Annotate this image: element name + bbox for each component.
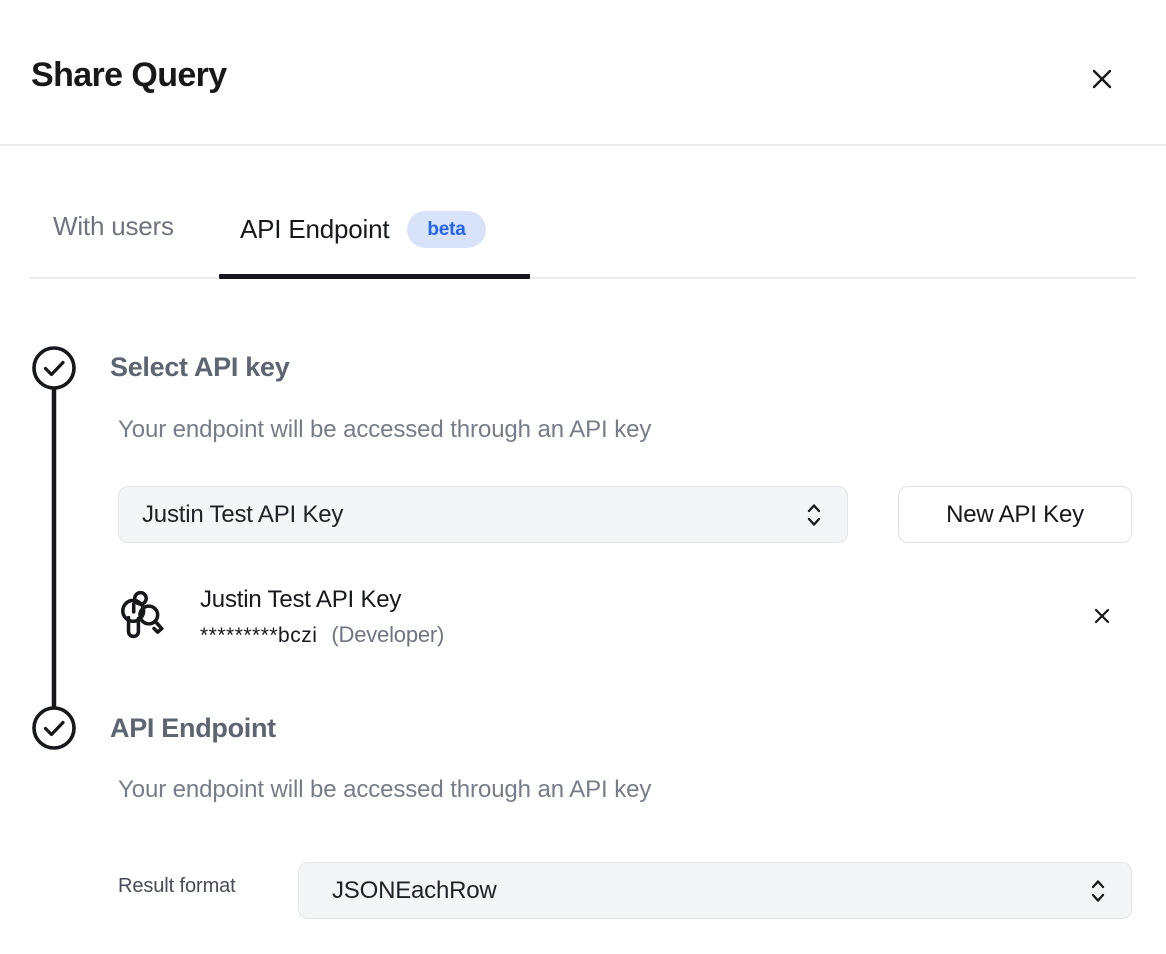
tabs-baseline [30,277,1136,279]
step-2-check-circle-icon [34,708,74,748]
selected-key-meta: *********bczi (Developer) [200,622,444,648]
x-icon [1089,66,1115,95]
selected-key-masked-value: *********bczi [200,624,317,648]
tab-api-endpoint[interactable]: API Endpoint beta [240,211,486,248]
remove-key-button[interactable] [1088,603,1116,631]
step-2-title: API Endpoint [110,713,276,744]
tab-with-users-label: With users [53,211,174,242]
step-1-subtitle: Your endpoint will be accessed through a… [118,416,651,444]
selected-key-role: (Developer) [331,622,444,648]
step-1-check-circle-icon [34,348,74,388]
x-icon [1092,606,1112,629]
beta-badge: beta [407,211,485,248]
tab-api-endpoint-label: API Endpoint [240,214,389,245]
header-divider [0,144,1166,146]
stepper-rail [30,344,78,754]
step-2-subtitle: Your endpoint will be accessed through a… [118,776,651,804]
result-format-label: Result format [118,875,236,898]
close-modal-button[interactable] [1084,62,1120,98]
new-api-key-button[interactable]: New API Key [898,486,1132,543]
tab-with-users[interactable]: With users [53,211,174,242]
result-format-select-value: JSONEachRow [299,877,1085,905]
page-title: Share Query [31,56,227,95]
share-query-modal: Share Query With users API Endpoint beta [0,0,1166,954]
api-key-select[interactable]: Justin Test API Key [118,486,848,543]
result-format-select[interactable]: JSONEachRow [298,862,1132,919]
caret-up-down-icon [1085,876,1111,906]
selected-key-name: Justin Test API Key [200,586,401,614]
active-tab-underline [219,274,530,279]
keys-icon [116,589,166,641]
api-key-select-value: Justin Test API Key [119,501,801,529]
step-1-title: Select API key [110,352,289,383]
caret-up-down-icon [801,500,827,530]
